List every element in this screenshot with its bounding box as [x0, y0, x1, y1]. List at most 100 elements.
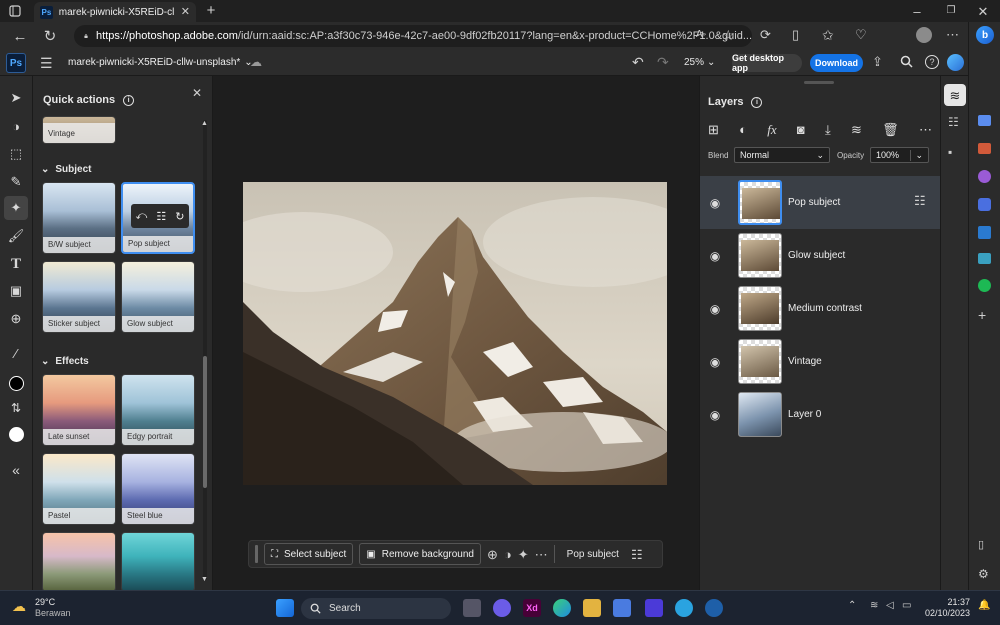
delete-layer-icon[interactable]: 🗑: [882, 122, 899, 138]
undo-icon[interactable]: ⤺: [136, 210, 148, 223]
adjustment-icon[interactable]: ◑: [504, 548, 512, 561]
tab-actions-icon[interactable]: [8, 4, 22, 18]
type-tool-icon[interactable]: T: [4, 252, 28, 276]
weather-widget[interactable]: 29°C Berawan: [35, 597, 71, 619]
layer-stack-icon[interactable]: ≋: [851, 122, 862, 138]
telegram-icon[interactable]: [675, 599, 693, 617]
outlook-app-icon[interactable]: [978, 226, 991, 239]
active-action-label[interactable]: Pop subject: [561, 549, 625, 560]
visibility-eye-icon[interactable]: ◉: [708, 408, 722, 422]
quick-action-pastel[interactable]: Pastel: [42, 453, 116, 525]
layers-panel-icon[interactable]: ≋: [944, 84, 966, 106]
xd-app-icon[interactable]: Xd: [523, 599, 541, 617]
select-subject-button[interactable]: ⛶ Select subject: [264, 543, 354, 565]
spotify-app-icon[interactable]: [978, 279, 991, 292]
info-icon[interactable]: i: [751, 96, 763, 108]
layer-row-glow-subject[interactable]: ◉ Glow subject: [700, 229, 941, 282]
app-c-icon[interactable]: [705, 599, 723, 617]
quick-action-bw-subject[interactable]: B/W subject: [42, 182, 116, 254]
adjustment-tool-icon[interactable]: ◑: [4, 114, 28, 138]
teams-icon[interactable]: [493, 599, 511, 617]
document-image[interactable]: [243, 182, 667, 485]
info-icon[interactable]: i: [123, 94, 135, 106]
browser-tab[interactable]: Ps marek-piwnicki-X5REiD-cllw-unsp ✕: [34, 2, 196, 22]
taskbar-search[interactable]: Search: [301, 598, 451, 619]
mask-icon[interactable]: ◙: [797, 122, 805, 138]
minimize-icon[interactable]: –: [910, 4, 924, 18]
help-icon[interactable]: ?: [925, 55, 939, 69]
refresh-icon[interactable]: ↻: [42, 28, 58, 44]
store-icon[interactable]: [613, 599, 631, 617]
add-layer-icon[interactable]: ⊞: [708, 122, 719, 138]
linear-app-icon[interactable]: [645, 599, 663, 617]
close-window-icon[interactable]: ✕: [976, 4, 990, 18]
file-explorer-icon[interactable]: [583, 599, 601, 617]
redo-icon[interactable]: ↷: [657, 55, 669, 69]
panel-grip[interactable]: [804, 81, 834, 84]
start-button[interactable]: [276, 599, 294, 617]
new-tab-icon[interactable]: +: [204, 3, 218, 18]
move-tool-icon[interactable]: ➤: [4, 86, 28, 110]
close-tab-icon[interactable]: ✕: [181, 6, 190, 18]
effects-section-header[interactable]: ⌄ Effects: [41, 356, 89, 367]
tag-app-icon[interactable]: [978, 115, 991, 126]
back-icon[interactable]: ←: [12, 28, 28, 44]
favorites-icon[interactable]: ✩: [822, 28, 834, 42]
notifications-icon[interactable]: 🔔: [978, 601, 990, 611]
add-app-icon[interactable]: +: [978, 308, 986, 322]
download-button[interactable]: Download: [810, 54, 863, 72]
scroll-up-icon[interactable]: ▲: [201, 120, 208, 127]
clock[interactable]: 21:37 02/10/2023: [922, 597, 970, 619]
more-options-icon[interactable]: ⋯: [535, 548, 548, 561]
wifi-icon[interactable]: ≋: [870, 601, 878, 611]
opacity-field[interactable]: 100% ⌄: [870, 147, 929, 163]
battery-icon[interactable]: ▭: [902, 601, 911, 611]
layer-row-layer-0[interactable]: ◉ Layer 0: [700, 388, 941, 441]
more-options-icon[interactable]: ⋯: [919, 122, 932, 138]
crop-select-tool-icon[interactable]: ⬚: [4, 142, 28, 166]
drive-app-icon[interactable]: [978, 253, 991, 264]
visibility-eye-icon[interactable]: ◉: [708, 355, 722, 369]
scroll-down-icon[interactable]: ▼: [201, 576, 208, 583]
quick-actions-tool-icon[interactable]: ✦: [4, 196, 28, 220]
settings-gear-icon[interactable]: ⚙: [978, 568, 989, 580]
profile-avatar[interactable]: [916, 27, 932, 43]
hamburger-menu-icon[interactable]: ☰: [40, 56, 53, 70]
foreground-color-swatch[interactable]: [4, 371, 28, 395]
visibility-eye-icon[interactable]: ◉: [708, 196, 722, 210]
task-view-icon[interactable]: [463, 599, 481, 617]
visibility-eye-icon[interactable]: ◉: [708, 249, 722, 263]
get-desktop-app-button[interactable]: Get desktop app: [732, 53, 802, 73]
remove-background-button[interactable]: ▣ Remove background: [359, 543, 481, 565]
background-color-swatch[interactable]: [4, 422, 28, 446]
quick-action-edgy-portrait[interactable]: Edgy portrait: [121, 374, 195, 446]
heal-tool-icon[interactable]: ✎: [4, 170, 28, 194]
drag-handle[interactable]: [255, 545, 258, 563]
sidebar-toggle-icon[interactable]: ▯: [978, 540, 984, 551]
adjustment-layer-icon[interactable]: ◐: [739, 122, 747, 138]
refresh-icon[interactable]: ↻: [175, 210, 184, 223]
scrollbar-thumb[interactable]: [203, 356, 207, 488]
brush-tool-icon[interactable]: 🖌: [4, 224, 28, 248]
quick-action-late-sunset[interactable]: Late sunset: [42, 374, 116, 446]
image-tool-icon[interactable]: ▣: [4, 279, 28, 303]
visibility-eye-icon[interactable]: ◉: [708, 302, 722, 316]
comments-panel-icon[interactable]: ▪: [948, 146, 952, 158]
restore-icon[interactable]: ❐: [944, 4, 958, 18]
layer-properties-icon[interactable]: ☷: [914, 194, 926, 207]
add-image-tool-icon[interactable]: ⊕: [4, 307, 28, 331]
zoom-control[interactable]: 25% ⌄: [684, 57, 715, 68]
copilot-icon[interactable]: b: [976, 26, 994, 44]
url-field[interactable]: https://photoshop.adobe.com/id/urn:aaid:…: [74, 25, 752, 47]
photoshop-logo[interactable]: Ps: [6, 53, 26, 73]
swap-colors-icon[interactable]: ⇅: [4, 396, 28, 420]
favorite-star-icon[interactable]: ☆: [722, 28, 735, 42]
search-icon[interactable]: [900, 55, 913, 68]
fx-icon[interactable]: fx: [767, 122, 776, 138]
subject-section-header[interactable]: ⌄ Subject: [41, 164, 92, 175]
scrollbar-track[interactable]: [203, 120, 207, 580]
settings-icon[interactable]: ☷: [156, 210, 166, 223]
collections-icon[interactable]: ♡: [855, 28, 867, 41]
generative-fill-icon[interactable]: ⊕: [487, 548, 498, 561]
weather-icon[interactable]: ☁: [12, 598, 26, 615]
